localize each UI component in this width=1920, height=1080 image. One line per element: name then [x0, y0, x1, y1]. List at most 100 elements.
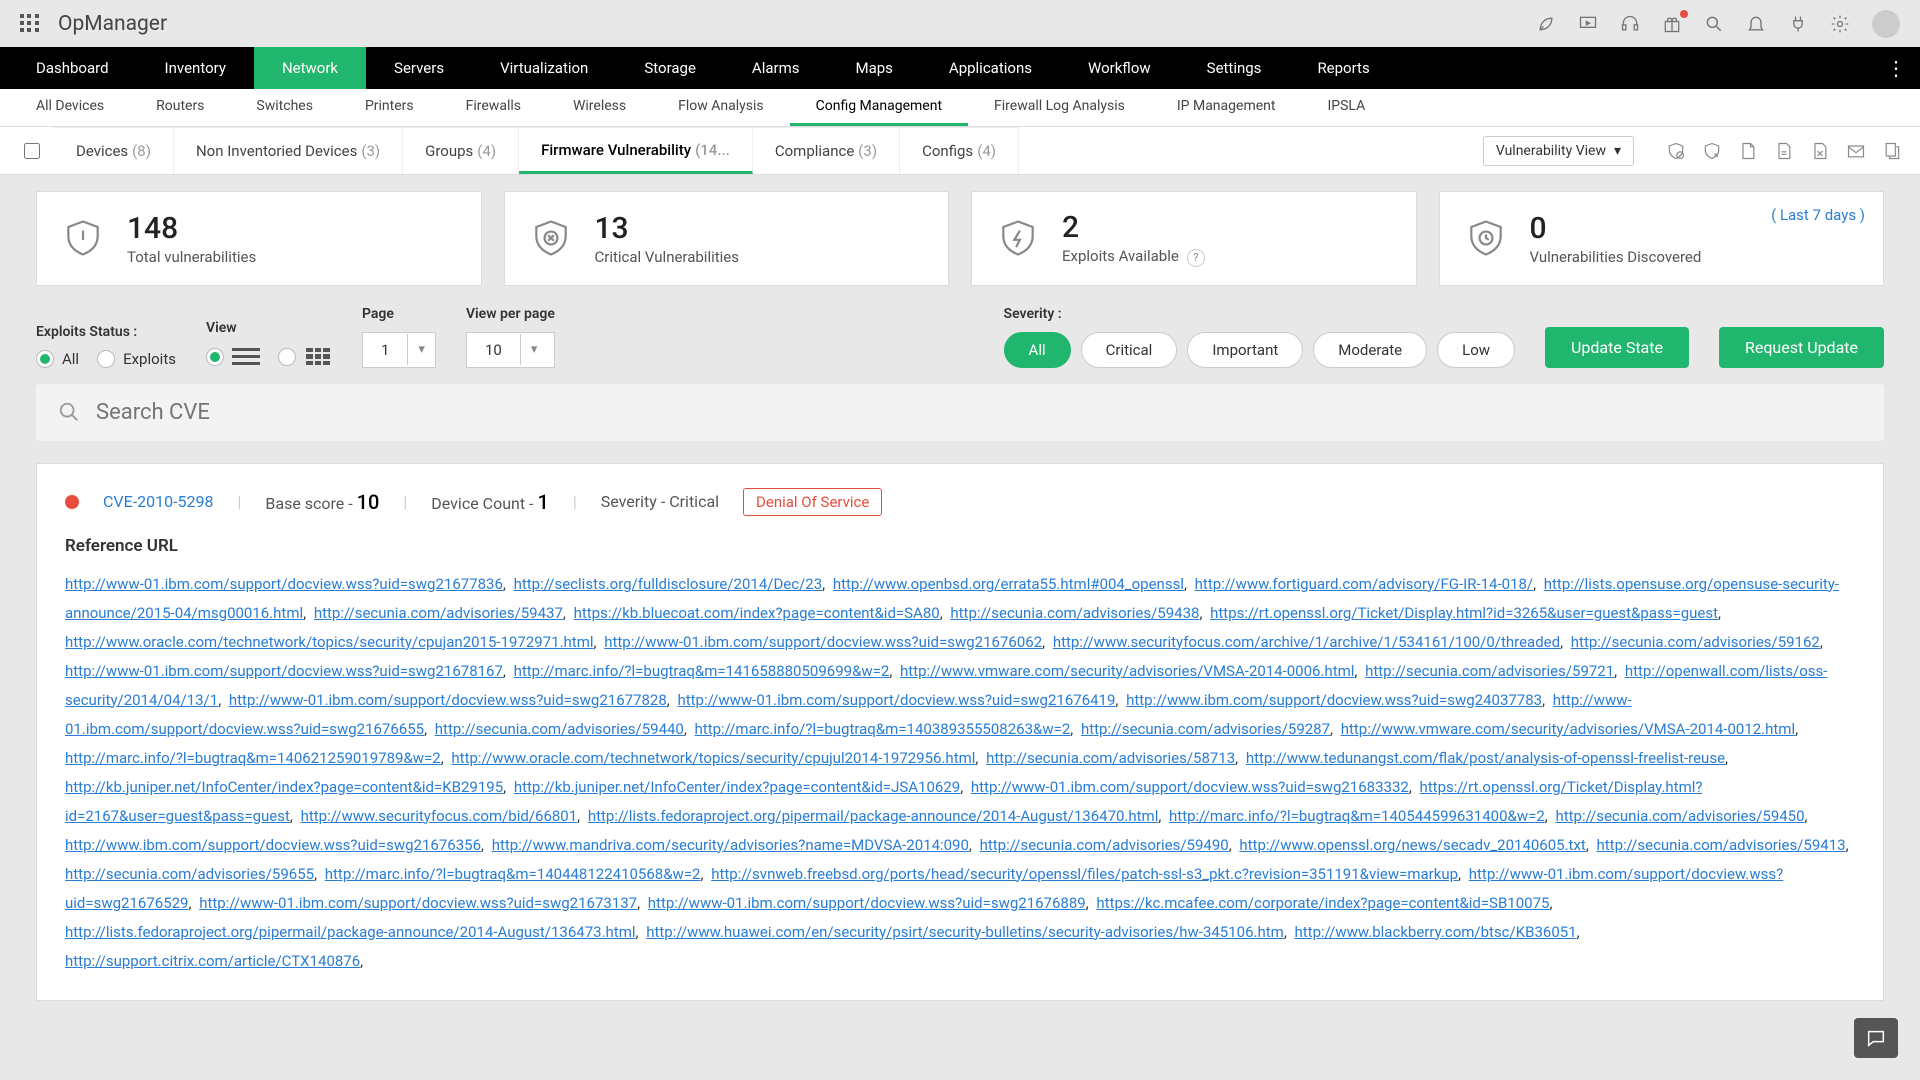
- subnav-wireless[interactable]: Wireless: [547, 89, 652, 126]
- reference-link[interactable]: http://www-01.ibm.com/support/docview.ws…: [648, 894, 1086, 912]
- bell-icon[interactable]: [1746, 14, 1766, 34]
- severity-pill-all[interactable]: All: [1004, 332, 1071, 368]
- reference-link[interactable]: http://www.mandriva.com/security/advisor…: [492, 836, 969, 854]
- severity-pill-moderate[interactable]: Moderate: [1313, 332, 1427, 368]
- gift-icon[interactable]: [1662, 14, 1682, 34]
- severity-pill-important[interactable]: Important: [1187, 332, 1303, 368]
- nav-dashboard[interactable]: Dashboard: [8, 47, 137, 89]
- help-icon[interactable]: ?: [1187, 249, 1205, 267]
- reference-link[interactable]: http://www-01.ibm.com/support/docview.ws…: [65, 575, 503, 593]
- mail-icon[interactable]: [1846, 141, 1866, 161]
- update-state-button[interactable]: Update State: [1545, 327, 1689, 368]
- presentation-icon[interactable]: [1578, 14, 1598, 34]
- subnav-firewalls[interactable]: Firewalls: [440, 89, 547, 126]
- reference-link[interactable]: http://www-01.ibm.com/support/docview.ws…: [971, 778, 1409, 796]
- radio-view-grid[interactable]: [278, 346, 332, 368]
- subnav-firewall-log-analysis[interactable]: Firewall Log Analysis: [968, 89, 1151, 126]
- tab-groups[interactable]: Groups (4): [403, 127, 519, 174]
- reference-link[interactable]: http://www.securityfocus.com/bid/66801: [301, 807, 578, 825]
- reference-link[interactable]: http://www.openssl.org/news/secadv_20140…: [1239, 836, 1585, 854]
- headset-icon[interactable]: [1620, 14, 1640, 34]
- search-icon[interactable]: [1704, 14, 1724, 34]
- reference-link[interactable]: http://marc.info/?l=bugtraq&m=1416588805…: [514, 662, 890, 680]
- radio-exploits-all[interactable]: All: [36, 350, 79, 368]
- gear-icon[interactable]: [1830, 14, 1850, 34]
- nav-reports[interactable]: Reports: [1289, 47, 1397, 89]
- shield-x-icon[interactable]: [1702, 141, 1722, 161]
- reference-link[interactable]: http://lists.fedoraproject.org/pipermail…: [588, 807, 1159, 825]
- nav-more-icon[interactable]: ⋮: [1886, 47, 1906, 89]
- reference-link[interactable]: http://lists.fedoraproject.org/pipermail…: [65, 923, 636, 941]
- subnav-printers[interactable]: Printers: [339, 89, 440, 126]
- reference-link[interactable]: http://www.vmware.com/security/advisorie…: [1341, 720, 1795, 738]
- radio-view-list[interactable]: [206, 346, 260, 368]
- subnav-config-management[interactable]: Config Management: [790, 89, 968, 126]
- reference-link[interactable]: http://secunia.com/advisories/59490: [980, 836, 1229, 854]
- tab-compliance[interactable]: Compliance (3): [753, 127, 900, 174]
- reference-link[interactable]: http://www.openbsd.org/errata55.html#004…: [833, 575, 1184, 593]
- last-7-days-link[interactable]: ( Last 7 days ): [1771, 206, 1865, 224]
- copy-icon[interactable]: [1882, 141, 1902, 161]
- nav-applications[interactable]: Applications: [921, 47, 1060, 89]
- severity-pill-low[interactable]: Low: [1437, 332, 1515, 368]
- reference-link[interactable]: http://secunia.com/advisories/59721: [1365, 662, 1614, 680]
- nav-storage[interactable]: Storage: [616, 47, 724, 89]
- reference-link[interactable]: http://secunia.com/advisories/59162: [1571, 633, 1820, 651]
- reference-link[interactable]: http://marc.info/?l=bugtraq&m=1404481224…: [325, 865, 701, 883]
- reference-link[interactable]: http://marc.info/?l=bugtraq&m=1403893555…: [695, 720, 1071, 738]
- avatar[interactable]: [1872, 10, 1900, 38]
- request-update-button[interactable]: Request Update: [1719, 327, 1884, 368]
- reference-link[interactable]: http://kb.juniper.net/InfoCenter/index?p…: [65, 778, 503, 796]
- select-all-checkbox[interactable]: [10, 127, 54, 174]
- reference-link[interactable]: http://www.ibm.com/support/docview.wss?u…: [65, 836, 481, 854]
- reference-link[interactable]: http://www-01.ibm.com/support/docview.ws…: [604, 633, 1042, 651]
- reference-link[interactable]: http://marc.info/?l=bugtraq&m=1405445996…: [1169, 807, 1545, 825]
- rocket-icon[interactable]: [1536, 14, 1556, 34]
- nav-network[interactable]: Network: [254, 47, 366, 89]
- radio-exploits-only[interactable]: Exploits: [97, 350, 176, 368]
- reference-link[interactable]: https://rt.openssl.org/Ticket/Display.ht…: [1210, 604, 1718, 622]
- nav-virtualization[interactable]: Virtualization: [472, 47, 616, 89]
- reference-link[interactable]: http://www-01.ibm.com/support/docview.ws…: [677, 691, 1115, 709]
- subnav-routers[interactable]: Routers: [130, 89, 230, 126]
- reference-link[interactable]: http://marc.info/?l=bugtraq&m=1406212590…: [65, 749, 441, 767]
- per-page-dropdown[interactable]: 10▾: [466, 332, 555, 368]
- nav-maps[interactable]: Maps: [827, 47, 920, 89]
- subnav-all-devices[interactable]: All Devices: [10, 89, 130, 126]
- subnav-ipsla[interactable]: IPSLA: [1301, 89, 1391, 126]
- reference-link[interactable]: http://www-01.ibm.com/support/docview.ws…: [65, 662, 503, 680]
- pdf-icon[interactable]: [1738, 141, 1758, 161]
- reference-link[interactable]: http://secunia.com/advisories/59413: [1597, 836, 1846, 854]
- reference-link[interactable]: http://support.citrix.com/article/CTX140…: [65, 952, 360, 970]
- reference-link[interactable]: http://www.ibm.com/support/docview.wss?u…: [1126, 691, 1542, 709]
- tab-configs[interactable]: Configs (4): [900, 127, 1019, 174]
- reference-link[interactable]: http://svnweb.freebsd.org/ports/head/sec…: [711, 865, 1458, 883]
- csv-icon[interactable]: [1774, 141, 1794, 161]
- nav-workflow[interactable]: Workflow: [1060, 47, 1179, 89]
- reference-link[interactable]: http://www-01.ibm.com/support/docview.ws…: [199, 894, 637, 912]
- reference-link[interactable]: https://kb.bluecoat.com/index?page=conte…: [574, 604, 940, 622]
- chat-fab-button[interactable]: [1854, 1018, 1898, 1058]
- reference-link[interactable]: http://secunia.com/advisories/59437: [314, 604, 563, 622]
- tab-firmware-vulnerability[interactable]: Firmware Vulnerability (14...: [519, 127, 753, 174]
- subnav-ip-management[interactable]: IP Management: [1151, 89, 1302, 126]
- reference-link[interactable]: http://www-01.ibm.com/support/docview.ws…: [229, 691, 667, 709]
- nav-settings[interactable]: Settings: [1179, 47, 1290, 89]
- reference-link[interactable]: http://www.tedunangst.com/flak/post/anal…: [1246, 749, 1725, 767]
- shield-check-icon[interactable]: [1666, 141, 1686, 161]
- nav-servers[interactable]: Servers: [366, 47, 472, 89]
- page-dropdown[interactable]: 1▾: [362, 332, 436, 368]
- reference-link[interactable]: http://seclists.org/fulldisclosure/2014/…: [514, 575, 823, 593]
- reference-link[interactable]: https://kc.mcafee.com/corporate/index?pa…: [1096, 894, 1549, 912]
- vulnerability-view-dropdown[interactable]: Vulnerability View ▾: [1483, 136, 1634, 166]
- reference-link[interactable]: http://secunia.com/advisories/59450: [1555, 807, 1804, 825]
- reference-link[interactable]: http://secunia.com/advisories/59440: [435, 720, 684, 738]
- reference-link[interactable]: http://secunia.com/advisories/59438: [950, 604, 1199, 622]
- reference-link[interactable]: http://www.oracle.com/technetwork/topics…: [451, 749, 975, 767]
- apps-launcher-icon[interactable]: [20, 14, 40, 34]
- xls-icon[interactable]: [1810, 141, 1830, 161]
- cve-id-link[interactable]: CVE-2010-5298: [103, 492, 213, 511]
- reference-link[interactable]: http://kb.juniper.net/InfoCenter/index?p…: [514, 778, 960, 796]
- reference-link[interactable]: http://www.fortiguard.com/advisory/FG-IR…: [1195, 575, 1533, 593]
- nav-alarms[interactable]: Alarms: [724, 47, 828, 89]
